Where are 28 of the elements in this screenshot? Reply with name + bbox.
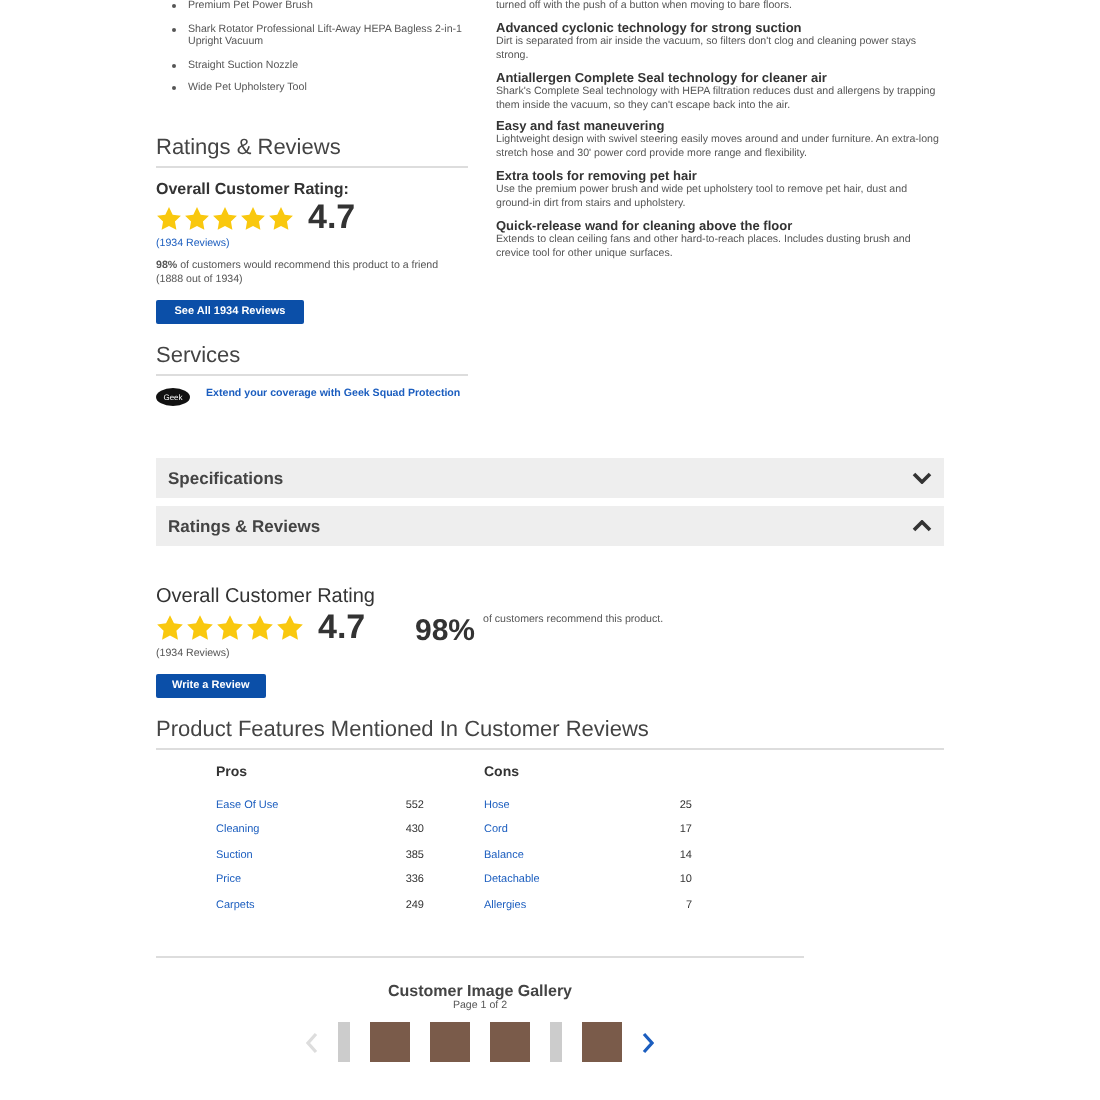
star-icon bbox=[240, 205, 266, 232]
chevron-icon bbox=[912, 519, 932, 532]
star-icon bbox=[246, 613, 274, 642]
rating-score: 4.7 bbox=[308, 198, 356, 239]
gallery-title: Customer Image Gallery bbox=[387, 982, 573, 1001]
next-icon[interactable] bbox=[642, 1031, 654, 1054]
recommend-percent: 98% bbox=[414, 613, 476, 648]
accordion-header[interactable]: Ratings & Reviews bbox=[156, 505, 944, 546]
accordion-header[interactable]: Specifications bbox=[156, 457, 944, 498]
rating-score: 4.7 bbox=[318, 607, 366, 648]
star-icon bbox=[156, 613, 184, 642]
section-heading: Product Features Mentioned In Customer Reviews bbox=[156, 717, 944, 750]
photo-placeholder[interactable] bbox=[582, 1022, 622, 1063]
star-icon bbox=[186, 613, 214, 642]
star-icon bbox=[268, 205, 294, 232]
rating-heading: Overall Customer Rating bbox=[156, 585, 375, 608]
chevron-icon bbox=[912, 471, 932, 484]
star-icon bbox=[212, 205, 238, 232]
section-heading: Services bbox=[156, 343, 468, 376]
star-icon bbox=[276, 613, 304, 642]
star-icon bbox=[216, 613, 244, 642]
rating-label: Overall Customer Rating: bbox=[156, 180, 351, 199]
star-icon bbox=[156, 205, 182, 232]
photo-placeholder[interactable] bbox=[370, 1022, 410, 1063]
section-heading: Ratings & Reviews bbox=[156, 136, 468, 169]
photo-placeholder[interactable] bbox=[490, 1022, 530, 1063]
star-icon bbox=[184, 205, 210, 232]
photo-placeholder[interactable] bbox=[430, 1022, 470, 1063]
